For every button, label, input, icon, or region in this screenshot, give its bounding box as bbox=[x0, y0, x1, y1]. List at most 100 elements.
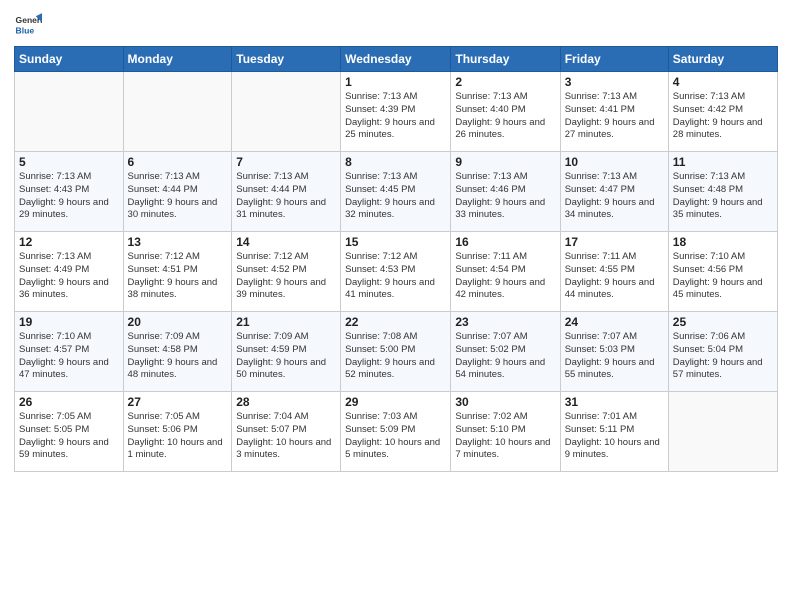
day-info: Sunrise: 7:13 AM Sunset: 4:49 PM Dayligh… bbox=[19, 251, 119, 302]
day-info: Sunrise: 7:02 AM Sunset: 5:10 PM Dayligh… bbox=[455, 411, 555, 462]
day-info: Sunrise: 7:07 AM Sunset: 5:03 PM Dayligh… bbox=[565, 331, 664, 382]
calendar-cell: 30 Sunrise: 7:02 AM Sunset: 5:10 PM Dayli… bbox=[451, 392, 560, 472]
calendar-cell: 24Sunrise: 7:07 AM Sunset: 5:03 PM Dayli… bbox=[560, 312, 668, 392]
day-info: Sunrise: 7:13 AM Sunset: 4:41 PM Dayligh… bbox=[565, 91, 664, 142]
svg-text:Blue: Blue bbox=[16, 25, 35, 35]
day-info: Sunrise: 7:13 AM Sunset: 4:47 PM Dayligh… bbox=[565, 171, 664, 222]
calendar-table: SundayMondayTuesdayWednesdayThursdayFrid… bbox=[14, 46, 778, 472]
day-info: Sunrise: 7:01 AM Sunset: 5:11 PM Dayligh… bbox=[565, 411, 664, 462]
day-number: 4 bbox=[673, 75, 773, 89]
calendar-cell: 10Sunrise: 7:13 AM Sunset: 4:47 PM Dayli… bbox=[560, 152, 668, 232]
day-number: 20 bbox=[128, 315, 228, 329]
day-number: 9 bbox=[455, 155, 555, 169]
calendar-cell: 13 Sunrise: 7:12 AM Sunset: 4:51 PM Dayli… bbox=[123, 232, 232, 312]
day-info: Sunrise: 7:03 AM Sunset: 5:09 PM Dayligh… bbox=[345, 411, 446, 462]
day-info: Sunrise: 7:12 AM Sunset: 4:53 PM Dayligh… bbox=[345, 251, 446, 302]
calendar-cell: 14Sunrise: 7:12 AM Sunset: 4:52 PM Dayli… bbox=[232, 232, 341, 312]
day-info: Sunrise: 7:13 AM Sunset: 4:44 PM Dayligh… bbox=[128, 171, 228, 222]
calendar-cell: 27 Sunrise: 7:05 AM Sunset: 5:06 PM Dayli… bbox=[123, 392, 232, 472]
day-number: 28 bbox=[236, 395, 336, 409]
day-number: 25 bbox=[673, 315, 773, 329]
day-number: 6 bbox=[128, 155, 228, 169]
calendar-cell: 4 Sunrise: 7:13 AM Sunset: 4:42 PM Daylig… bbox=[668, 72, 777, 152]
weekday-header-saturday: Saturday bbox=[668, 47, 777, 72]
weekday-header-thursday: Thursday bbox=[451, 47, 560, 72]
day-info: Sunrise: 7:11 AM Sunset: 4:55 PM Dayligh… bbox=[565, 251, 664, 302]
header: General Blue bbox=[14, 10, 778, 38]
calendar-cell: 22 Sunrise: 7:08 AM Sunset: 5:00 PM Dayli… bbox=[341, 312, 451, 392]
calendar-cell: 6 Sunrise: 7:13 AM Sunset: 4:44 PM Daylig… bbox=[123, 152, 232, 232]
calendar-cell bbox=[15, 72, 124, 152]
day-number: 26 bbox=[19, 395, 119, 409]
calendar-cell: 5 Sunrise: 7:13 AM Sunset: 4:43 PM Daylig… bbox=[15, 152, 124, 232]
day-info: Sunrise: 7:09 AM Sunset: 4:59 PM Dayligh… bbox=[236, 331, 336, 382]
day-info: Sunrise: 7:10 AM Sunset: 4:57 PM Dayligh… bbox=[19, 331, 119, 382]
weekday-header-wednesday: Wednesday bbox=[341, 47, 451, 72]
day-number: 15 bbox=[345, 235, 446, 249]
logo: General Blue bbox=[14, 10, 42, 38]
calendar-cell: 12Sunrise: 7:13 AM Sunset: 4:49 PM Dayli… bbox=[15, 232, 124, 312]
day-info: Sunrise: 7:05 AM Sunset: 5:06 PM Dayligh… bbox=[128, 411, 228, 462]
week-row-3: 12Sunrise: 7:13 AM Sunset: 4:49 PM Dayli… bbox=[15, 232, 778, 312]
day-info: Sunrise: 7:11 AM Sunset: 4:54 PM Dayligh… bbox=[455, 251, 555, 302]
day-number: 17 bbox=[565, 235, 664, 249]
day-info: Sunrise: 7:13 AM Sunset: 4:45 PM Dayligh… bbox=[345, 171, 446, 222]
calendar-cell: 28 Sunrise: 7:04 AM Sunset: 5:07 PM Dayli… bbox=[232, 392, 341, 472]
day-number: 14 bbox=[236, 235, 336, 249]
weekday-header-friday: Friday bbox=[560, 47, 668, 72]
calendar-header-row: SundayMondayTuesdayWednesdayThursdayFrid… bbox=[15, 47, 778, 72]
day-number: 13 bbox=[128, 235, 228, 249]
calendar-cell: 2Sunrise: 7:13 AM Sunset: 4:40 PM Daylig… bbox=[451, 72, 560, 152]
day-number: 29 bbox=[345, 395, 446, 409]
calendar-cell: 16 Sunrise: 7:11 AM Sunset: 4:54 PM Dayli… bbox=[451, 232, 560, 312]
calendar-body: 1Sunrise: 7:13 AM Sunset: 4:39 PM Daylig… bbox=[15, 72, 778, 472]
day-number: 11 bbox=[673, 155, 773, 169]
week-row-5: 26 Sunrise: 7:05 AM Sunset: 5:05 PM Dayli… bbox=[15, 392, 778, 472]
day-info: Sunrise: 7:13 AM Sunset: 4:46 PM Dayligh… bbox=[455, 171, 555, 222]
week-row-2: 5 Sunrise: 7:13 AM Sunset: 4:43 PM Daylig… bbox=[15, 152, 778, 232]
calendar-cell bbox=[232, 72, 341, 152]
day-number: 5 bbox=[19, 155, 119, 169]
day-info: Sunrise: 7:12 AM Sunset: 4:51 PM Dayligh… bbox=[128, 251, 228, 302]
day-info: Sunrise: 7:13 AM Sunset: 4:48 PM Dayligh… bbox=[673, 171, 773, 222]
day-number: 22 bbox=[345, 315, 446, 329]
calendar-cell: 17 Sunrise: 7:11 AM Sunset: 4:55 PM Dayli… bbox=[560, 232, 668, 312]
calendar-cell: 19 Sunrise: 7:10 AM Sunset: 4:57 PM Dayli… bbox=[15, 312, 124, 392]
calendar-cell bbox=[123, 72, 232, 152]
day-info: Sunrise: 7:05 AM Sunset: 5:05 PM Dayligh… bbox=[19, 411, 119, 462]
day-number: 16 bbox=[455, 235, 555, 249]
day-number: 7 bbox=[236, 155, 336, 169]
calendar-cell: 29 Sunrise: 7:03 AM Sunset: 5:09 PM Dayli… bbox=[341, 392, 451, 472]
day-number: 31 bbox=[565, 395, 664, 409]
logo-icon: General Blue bbox=[14, 10, 42, 38]
day-info: Sunrise: 7:13 AM Sunset: 4:40 PM Dayligh… bbox=[455, 91, 555, 142]
day-info: Sunrise: 7:04 AM Sunset: 5:07 PM Dayligh… bbox=[236, 411, 336, 462]
calendar-cell: 15 Sunrise: 7:12 AM Sunset: 4:53 PM Dayli… bbox=[341, 232, 451, 312]
day-info: Sunrise: 7:08 AM Sunset: 5:00 PM Dayligh… bbox=[345, 331, 446, 382]
day-number: 8 bbox=[345, 155, 446, 169]
day-info: Sunrise: 7:13 AM Sunset: 4:42 PM Dayligh… bbox=[673, 91, 773, 142]
day-number: 21 bbox=[236, 315, 336, 329]
page: General Blue SundayMondayTuesdayWednesda… bbox=[0, 0, 792, 612]
day-number: 27 bbox=[128, 395, 228, 409]
day-number: 23 bbox=[455, 315, 555, 329]
day-info: Sunrise: 7:06 AM Sunset: 5:04 PM Dayligh… bbox=[673, 331, 773, 382]
weekday-header-tuesday: Tuesday bbox=[232, 47, 341, 72]
calendar-cell: 9 Sunrise: 7:13 AM Sunset: 4:46 PM Daylig… bbox=[451, 152, 560, 232]
calendar-cell: 11 Sunrise: 7:13 AM Sunset: 4:48 PM Dayli… bbox=[668, 152, 777, 232]
week-row-4: 19 Sunrise: 7:10 AM Sunset: 4:57 PM Dayli… bbox=[15, 312, 778, 392]
day-number: 19 bbox=[19, 315, 119, 329]
calendar-cell: 25 Sunrise: 7:06 AM Sunset: 5:04 PM Dayli… bbox=[668, 312, 777, 392]
calendar-cell bbox=[668, 392, 777, 472]
calendar-cell: 18Sunrise: 7:10 AM Sunset: 4:56 PM Dayli… bbox=[668, 232, 777, 312]
weekday-header-monday: Monday bbox=[123, 47, 232, 72]
calendar-cell: 7 Sunrise: 7:13 AM Sunset: 4:44 PM Daylig… bbox=[232, 152, 341, 232]
calendar-cell: 21 Sunrise: 7:09 AM Sunset: 4:59 PM Dayli… bbox=[232, 312, 341, 392]
day-number: 30 bbox=[455, 395, 555, 409]
day-info: Sunrise: 7:13 AM Sunset: 4:44 PM Dayligh… bbox=[236, 171, 336, 222]
calendar-cell: 26 Sunrise: 7:05 AM Sunset: 5:05 PM Dayli… bbox=[15, 392, 124, 472]
day-info: Sunrise: 7:13 AM Sunset: 4:43 PM Dayligh… bbox=[19, 171, 119, 222]
calendar-cell: 3Sunrise: 7:13 AM Sunset: 4:41 PM Daylig… bbox=[560, 72, 668, 152]
day-info: Sunrise: 7:13 AM Sunset: 4:39 PM Dayligh… bbox=[345, 91, 446, 142]
day-info: Sunrise: 7:07 AM Sunset: 5:02 PM Dayligh… bbox=[455, 331, 555, 382]
